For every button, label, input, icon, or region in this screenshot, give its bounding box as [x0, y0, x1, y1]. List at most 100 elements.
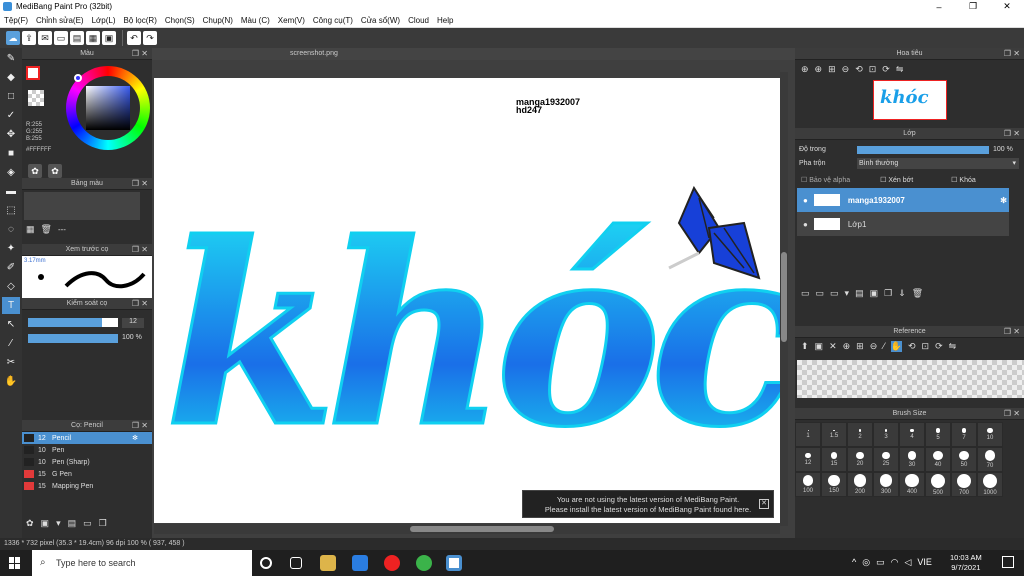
brush-menu-icon[interactable]: ▾ — [56, 518, 61, 529]
divide-tool-icon[interactable]: ✂ — [2, 354, 20, 371]
drawing-canvas[interactable]: manga1932007 hd247 khóc — [154, 78, 780, 523]
brush-size-option[interactable]: 12 — [795, 447, 821, 472]
hand-tool-icon[interactable]: ✋ — [2, 373, 20, 390]
brush-size-option[interactable]: 70 — [977, 447, 1003, 472]
ref-close-icon[interactable]: ✕ — [829, 341, 837, 352]
eraser-tool-icon[interactable]: ◆ — [2, 69, 20, 86]
bucket-tool-icon[interactable]: ◈ — [2, 164, 20, 181]
ref-fit-icon[interactable]: ⊞ — [856, 341, 864, 352]
trash-icon[interactable]: 🗑 — [41, 224, 52, 235]
brush-size-option[interactable]: 30 — [899, 447, 925, 472]
page-icon[interactable]: ▤ — [70, 31, 84, 45]
move-tool-icon[interactable]: ✥ — [2, 126, 20, 143]
wifi-icon[interactable]: ◠ — [891, 557, 899, 568]
pages-icon[interactable]: ▦ — [86, 31, 100, 45]
blend-mode-select[interactable]: Bình thường ▾ — [857, 158, 1019, 169]
brush-page-icon[interactable]: ▤ — [68, 518, 77, 529]
mail-icon[interactable] — [352, 555, 368, 571]
brush-size-option[interactable]: 7 — [951, 422, 977, 447]
opera-icon[interactable] — [384, 555, 400, 571]
brush-folder-icon[interactable]: ▣ — [41, 518, 50, 529]
reset-view-icon[interactable]: ⊡ — [869, 64, 877, 75]
menu-edit[interactable]: Chỉnh sửa(E) — [32, 16, 88, 25]
brush-tool-icon[interactable]: ✎ — [2, 50, 20, 67]
ref-reset-icon[interactable]: ⊡ — [922, 341, 930, 352]
layer-menu-icon[interactable]: ▾ — [845, 288, 850, 299]
zoom-in-icon[interactable]: ⊕ — [801, 64, 809, 75]
brush-size-option[interactable]: 15 — [821, 447, 847, 472]
brush-size-option[interactable]: 1.5 — [821, 422, 847, 447]
add-brush-icon[interactable]: ✿ — [26, 518, 34, 529]
volume-icon[interactable]: ◁ — [904, 557, 911, 568]
redo-icon[interactable]: ↷ — [143, 31, 157, 45]
menu-window[interactable]: Cửa sổ(W) — [357, 16, 404, 25]
text-tool-icon[interactable]: T — [2, 297, 20, 314]
operation-tool-icon[interactable]: ↖ — [2, 316, 20, 333]
gradient-tool-icon[interactable]: ▬ — [2, 183, 20, 200]
magic-wand-tool-icon[interactable]: ✦ — [2, 240, 20, 257]
foreground-color-swatch[interactable] — [26, 66, 40, 80]
brush-opacity-slider[interactable] — [28, 334, 118, 343]
ref-zoom-in-icon[interactable]: ⊕ — [843, 341, 851, 352]
layer-folder-icon[interactable]: ▣ — [870, 288, 879, 299]
rotate-left-icon[interactable]: ⟲ — [855, 64, 863, 75]
brush-size-option[interactable]: 5 — [925, 422, 951, 447]
gear-icon[interactable]: ✻ — [132, 434, 138, 442]
layer-row[interactable]: ● manga1932007 ✻ — [797, 188, 1009, 212]
brush-size-option[interactable]: 3 — [873, 422, 899, 447]
ref-flip-icon[interactable]: ⇋ — [949, 341, 957, 352]
taskbar-search[interactable]: ⌕ Type here to search — [32, 550, 252, 576]
palette-area[interactable] — [24, 192, 140, 220]
brush-size-slider[interactable] — [28, 318, 118, 327]
shape-tool-icon[interactable]: □ — [2, 88, 20, 105]
brush-size-option[interactable]: 25 — [873, 447, 899, 472]
ref-hand-icon[interactable]: ✋ — [890, 341, 902, 352]
zoom-out-icon[interactable]: ⊖ — [842, 64, 850, 75]
brush-item[interactable]: 15 G Pen — [22, 468, 152, 480]
rotate-right-icon[interactable]: ⟳ — [882, 64, 890, 75]
close-button[interactable]: ✕ — [990, 0, 1024, 13]
update-notification[interactable]: You are not using the latest version of … — [522, 490, 774, 518]
windows-start-icon[interactable] — [9, 557, 21, 569]
lock-checkbox[interactable]: ☐ Khóa — [951, 176, 976, 184]
halftone-layer-icon[interactable]: ▭ — [830, 288, 839, 299]
task-view-icon[interactable] — [290, 557, 302, 569]
brush-size-option[interactable]: 10 — [977, 422, 1003, 447]
menu-snap[interactable]: Chụp(N) — [199, 16, 237, 25]
network-icon[interactable]: ◎ — [862, 557, 870, 568]
dot-tool-icon[interactable]: ✓ — [2, 107, 20, 124]
share-icon[interactable]: ⇪ — [22, 31, 36, 45]
comment-icon[interactable]: ✉ — [38, 31, 52, 45]
menu-color[interactable]: Màu (C) — [237, 16, 274, 25]
fill-rect-tool-icon[interactable]: ■ — [2, 145, 20, 162]
brush-size-option[interactable]: 50 — [951, 447, 977, 472]
duplicate-layer-icon[interactable]: ❐ — [884, 288, 892, 299]
chat-icon[interactable]: ▭ — [54, 31, 68, 45]
transparent-swatch[interactable] — [28, 90, 44, 106]
visibility-icon[interactable]: ● — [803, 196, 808, 205]
menu-select[interactable]: Chọn(S) — [161, 16, 199, 25]
palette-mode-icon[interactable]: ✿ — [28, 164, 42, 178]
brush-size-option[interactable]: 500 — [925, 472, 951, 497]
undo-icon[interactable]: ↶ — [127, 31, 141, 45]
brush-item[interactable]: 15 Mapping Pen — [22, 480, 152, 492]
select-tool-icon[interactable]: ⬚ — [2, 202, 20, 219]
new-layer-icon[interactable]: ▭ — [801, 288, 810, 299]
ref-rotate-left-icon[interactable]: ⟲ — [908, 341, 916, 352]
brush-size-option[interactable]: 400 — [899, 472, 925, 497]
app-green-icon[interactable] — [416, 555, 432, 571]
menu-view[interactable]: Xem(V) — [274, 16, 309, 25]
eyedropper-mode-icon[interactable]: ✿ — [48, 164, 62, 178]
palette-icon[interactable]: ▦ — [26, 224, 35, 235]
lasso-tool-icon[interactable]: ◌ — [2, 221, 20, 238]
export-icon[interactable]: ▣ — [102, 31, 116, 45]
tray-chevron-icon[interactable]: ^ — [852, 557, 856, 568]
store-icon[interactable] — [320, 555, 336, 571]
zoom-in-alt-icon[interactable]: ⊕ — [815, 64, 823, 75]
ref-folder-icon[interactable]: ▣ — [815, 341, 824, 352]
battery-icon[interactable]: ▭ — [876, 557, 885, 568]
ref-rotate-right-icon[interactable]: ⟳ — [935, 341, 943, 352]
brush-size-value[interactable]: 12 — [122, 318, 144, 328]
reference-view[interactable] — [797, 360, 1024, 398]
flip-icon[interactable]: ⇋ — [896, 64, 904, 75]
